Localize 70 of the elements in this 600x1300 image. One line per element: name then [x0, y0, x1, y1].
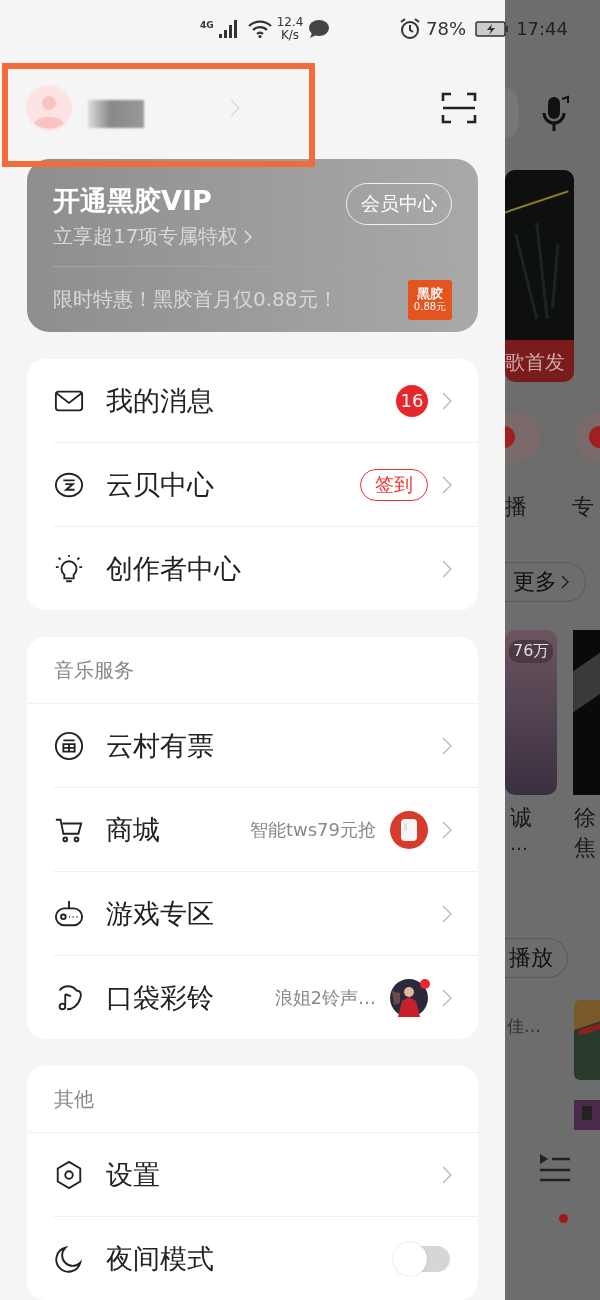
section-title: 其他 — [54, 1085, 94, 1113]
playlist-title: 徐 — [574, 804, 596, 832]
chevron-icon[interactable] — [244, 229, 253, 244]
alarm-icon — [399, 17, 422, 40]
battery-icon — [475, 20, 510, 37]
chevron-icon — [442, 559, 452, 578]
chat-bubble-icon — [308, 18, 331, 39]
menu-item[interactable]: 云贝中心 签到 — [54, 443, 478, 527]
menu-label: 设置 — [106, 1157, 160, 1192]
playlist-title: 诚 — [510, 804, 532, 832]
shortcut-label: 播 — [505, 493, 527, 521]
playlist-title: 焦 — [574, 834, 596, 862]
chevron-icon — [442, 1165, 452, 1184]
network-speed: 12.4 K/s — [276, 15, 304, 42]
play-count: 76万 — [509, 640, 554, 663]
shortcut-label: 专 — [572, 493, 594, 521]
shortcut-icon[interactable] — [505, 412, 540, 462]
count-badge: 16 — [396, 384, 428, 417]
network-type: 4G — [200, 19, 214, 30]
bulb-icon — [54, 553, 84, 584]
promo-text: 浪姐2铃声… — [274, 985, 376, 1010]
menu-item[interactable]: 设置 — [54, 1133, 478, 1217]
chevron-icon — [442, 820, 452, 839]
banner-card[interactable]: 歌首发 — [505, 170, 574, 382]
menu-item[interactable]: 我的消息 16 — [54, 359, 478, 443]
promo-text: 智能tws79元抢 — [249, 817, 376, 842]
vip-promo: 限时特惠！黑胶首月仅0.88元！ — [53, 286, 338, 314]
scan-icon[interactable] — [441, 91, 477, 126]
section-title: 音乐服务 — [54, 656, 134, 684]
banner-label: 歌首发 — [505, 349, 565, 376]
menu-label: 口袋彩铃 — [106, 980, 214, 1015]
menu-item[interactable]: 云村有票 — [54, 704, 478, 788]
notification-dot — [559, 1214, 568, 1223]
toggle-switch[interactable] — [392, 1240, 452, 1277]
menu-item[interactable]: 创作者中心 — [54, 527, 478, 610]
chevron-icon — [442, 391, 452, 410]
vip-badge: 黑胶 0.88元 — [408, 279, 452, 320]
chevron-icon — [442, 904, 452, 923]
signal-icon — [218, 19, 239, 38]
vip-title: 开通黑胶VIP — [53, 184, 213, 219]
menu-item[interactable]: 商城 智能tws79元抢 — [54, 788, 478, 872]
playlist-title: … — [510, 833, 528, 854]
chevron-icon — [561, 575, 569, 589]
moon-icon — [54, 1243, 84, 1274]
menu-label: 创作者中心 — [106, 551, 241, 586]
menu-item[interactable]: 夜间模式 — [54, 1217, 478, 1300]
menu-item[interactable]: 口袋彩铃 浪姐2铃声… — [54, 956, 478, 1039]
menu-label: 夜间模式 — [106, 1241, 214, 1276]
chevron-icon — [442, 736, 452, 755]
menu-label: 云贝中心 — [106, 467, 214, 502]
chevron-icon[interactable] — [230, 99, 240, 118]
ticket-icon — [54, 730, 84, 761]
menu-label: 游戏专区 — [106, 896, 214, 931]
clock: 17:44 — [516, 18, 568, 40]
menu-label: 商城 — [106, 812, 160, 847]
menu-label: 我的消息 — [106, 383, 214, 418]
chevron-icon — [442, 988, 452, 1007]
vip-card[interactable]: 开通黑胶VIP 立享超17项专属特权 会员中心 限时特惠！黑胶首月仅0.88元！ 黑胶 0.88元 — [27, 159, 478, 332]
gamepad-icon — [54, 898, 84, 929]
avatar-icon[interactable] — [26, 85, 72, 132]
settings-icon — [54, 1159, 84, 1190]
blurred-username — [88, 100, 144, 129]
chevron-icon — [442, 475, 452, 494]
menu-item[interactable]: 游戏专区 — [54, 872, 478, 956]
battery-percent: 78% — [426, 18, 467, 40]
wifi-icon — [247, 19, 272, 38]
playlist-icon[interactable] — [538, 1152, 572, 1182]
playlist-cover[interactable]: 76万 — [505, 630, 557, 795]
song-subtitle: 佳… — [507, 1015, 541, 1038]
menu-label: 云村有票 — [106, 728, 214, 763]
